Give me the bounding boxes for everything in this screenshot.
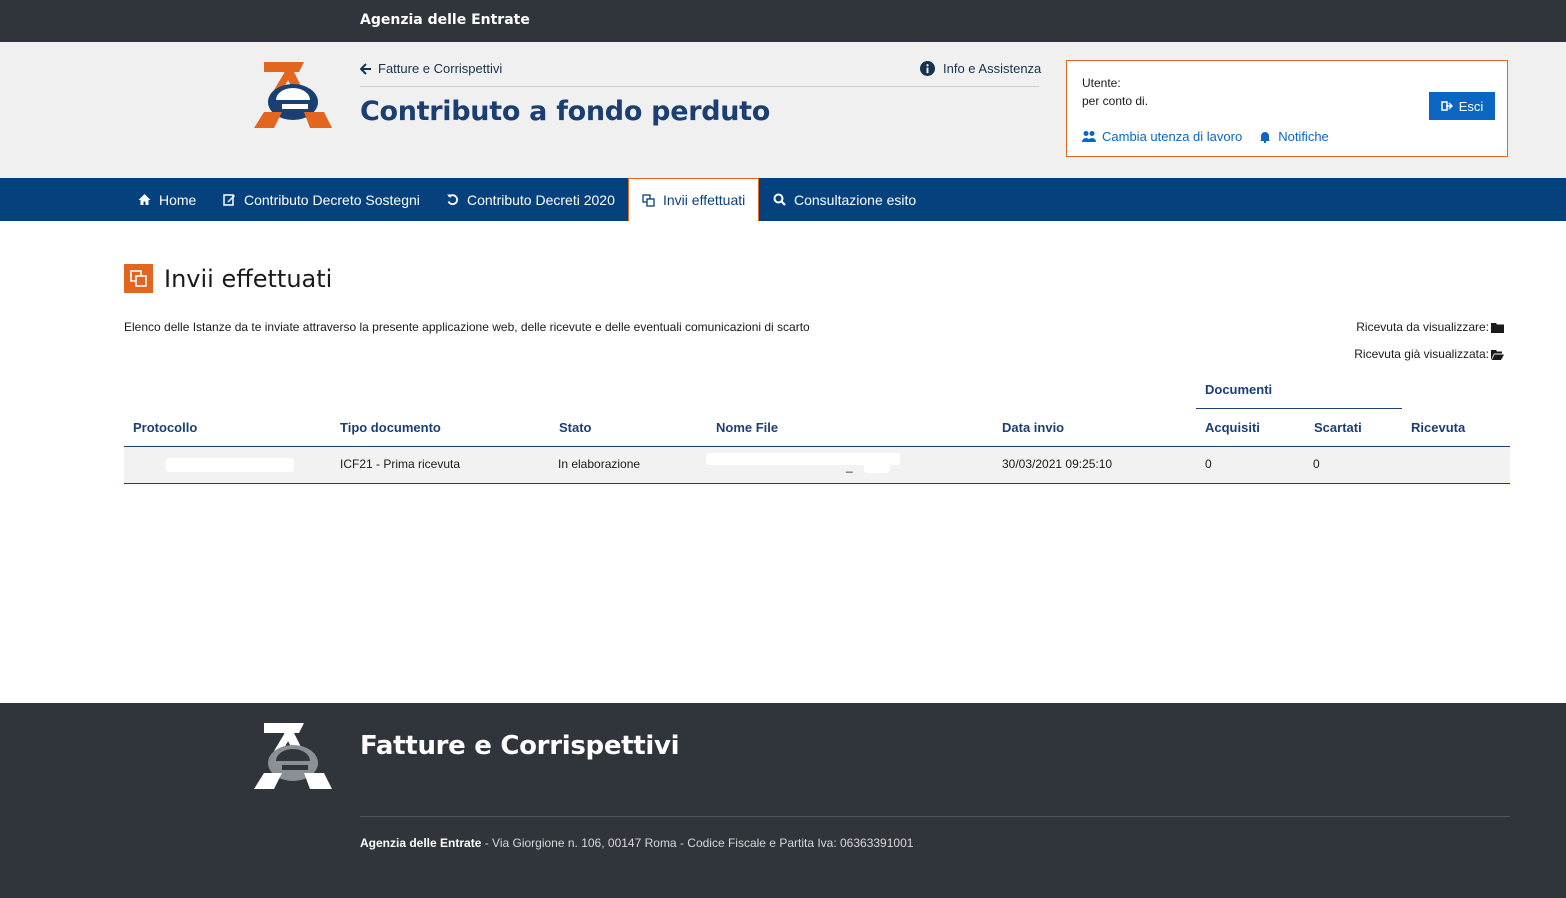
info-assistance-link[interactable]: Info e Assistenza xyxy=(920,61,1041,76)
legend-read-label: Ricevuta già visualizzata: xyxy=(1354,347,1489,361)
notifications-link[interactable]: Notifiche xyxy=(1258,129,1329,144)
nav-decreti-2020-label: Contributo Decreti 2020 xyxy=(467,191,615,208)
nav-item-home[interactable]: Home xyxy=(138,178,196,221)
logout-button[interactable]: Esci xyxy=(1429,92,1495,120)
sign-out-icon xyxy=(1440,101,1453,111)
user-panel: Utente: per conto di. Esci Cambia utenza… xyxy=(1066,60,1508,157)
column-header-tipo-documento[interactable]: Tipo documento xyxy=(340,420,441,435)
nav-item-decreti-2020[interactable]: Contributo Decreti 2020 xyxy=(446,178,615,221)
undo-icon xyxy=(447,194,458,206)
column-header-ricevuta[interactable]: Ricevuta xyxy=(1411,420,1465,435)
page-description: Elenco delle Istanze da te inviate attra… xyxy=(124,320,810,334)
cell-scartati: 0 xyxy=(1313,457,1320,471)
top-bar: Agenzia delle Entrate xyxy=(0,0,1566,42)
agency-name: Agenzia delle Entrate xyxy=(360,12,530,28)
header-divider xyxy=(360,86,1039,87)
back-link-label: Fatture e Corrispettivi xyxy=(378,61,503,76)
edit-icon xyxy=(223,194,235,206)
main-nav: Home Contributo Decreto Sostegni Contrib… xyxy=(0,178,1566,221)
cell-data-invio: 30/03/2021 09:25:10 xyxy=(1002,457,1113,471)
submissions-table: Documenti Protocollo Tipo documento Stat… xyxy=(124,376,1510,484)
footer-logo[interactable] xyxy=(252,721,334,791)
documents-group-header: Documenti xyxy=(1196,376,1402,409)
cell-nome-file: _ xyxy=(846,459,853,473)
legend-read: Ricevuta già visualizzata: xyxy=(1354,347,1504,361)
nav-consultazione-label: Consultazione esito xyxy=(794,191,917,208)
cell-stato: In elaborazione xyxy=(558,457,641,471)
change-workspace-label: Cambia utenza di lavoro xyxy=(1102,129,1243,144)
notifications-label: Notifiche xyxy=(1278,129,1329,144)
column-header-protocollo[interactable]: Protocollo xyxy=(133,420,197,435)
page-heading: Invii effettuati xyxy=(124,264,332,293)
cell-tipo-documento: ICF21 - Prima ricevuta xyxy=(340,457,461,471)
nav-invii-label: Invii effettuati xyxy=(663,192,746,208)
column-header-scartati[interactable]: Scartati xyxy=(1314,420,1362,435)
redacted-filename-tail xyxy=(864,461,890,473)
info-link-label: Info e Assistenza xyxy=(943,61,1042,76)
column-header-stato[interactable]: Stato xyxy=(559,420,592,435)
info-icon xyxy=(920,61,935,76)
bell-icon xyxy=(1260,132,1271,143)
back-link-fatture[interactable]: Fatture e Corrispettivi xyxy=(360,61,502,76)
column-header-acquisiti[interactable]: Acquisiti xyxy=(1205,420,1260,435)
nav-item-invii-effettuati[interactable]: Invii effettuati xyxy=(628,178,760,221)
logout-label: Esci xyxy=(1458,98,1484,114)
user-links: Cambia utenza di lavoro Notifiche xyxy=(1082,129,1329,144)
copy-icon xyxy=(642,193,655,207)
legend-unread-label: Ricevuta da visualizzare: xyxy=(1356,320,1489,334)
arrow-left-icon xyxy=(360,62,371,75)
on-behalf-label: per conto di. xyxy=(1082,94,1149,108)
page-title: Invii effettuati xyxy=(164,264,333,293)
nav-item-decreto-sostegni[interactable]: Contributo Decreto Sostegni xyxy=(223,178,420,221)
users-icon xyxy=(1082,131,1096,142)
folder-icon xyxy=(1491,322,1504,333)
footer-divider xyxy=(360,816,1510,817)
cell-acquisiti: 0 xyxy=(1205,457,1212,471)
home-icon xyxy=(138,194,151,205)
user-label: Utente: xyxy=(1082,76,1121,90)
agency-logo[interactable] xyxy=(252,60,334,130)
nav-item-consultazione-esito[interactable]: Consultazione esito xyxy=(773,178,916,221)
table-row[interactable]: ICF21 - Prima ricevuta In elaborazione _… xyxy=(124,447,1510,484)
app-title: Contributo a fondo perduto xyxy=(360,96,771,127)
folder-open-icon xyxy=(1491,349,1504,360)
footer-address: Agenzia delle Entrate - Via Giorgione n.… xyxy=(360,836,913,850)
change-workspace-link[interactable]: Cambia utenza di lavoro xyxy=(1082,129,1242,144)
redacted-protocol xyxy=(166,458,294,472)
legend-unread: Ricevuta da visualizzare: xyxy=(1356,320,1504,334)
column-header-nome-file[interactable]: Nome File xyxy=(716,420,778,435)
footer: Fatture e Corrispettivi Agenzia delle En… xyxy=(0,703,1566,898)
column-header-data-invio[interactable]: Data invio xyxy=(1002,420,1064,435)
footer-title: Fatture e Corrispettivi xyxy=(360,731,680,761)
footer-agency: Agenzia delle Entrate xyxy=(360,836,482,850)
nav-home-label: Home xyxy=(159,191,197,208)
footer-address-text: - Via Giorgione n. 106, 00147 Roma - Cod… xyxy=(481,836,914,850)
nav-decreto-sostegni-label: Contributo Decreto Sostegni xyxy=(244,191,420,208)
search-icon xyxy=(773,193,786,206)
copy-icon xyxy=(124,264,153,293)
